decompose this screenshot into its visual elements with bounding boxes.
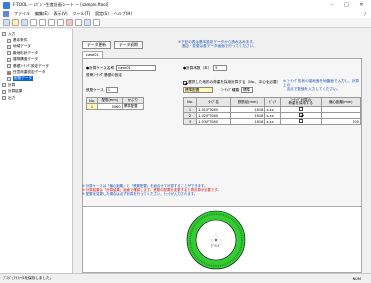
- right-table: No. ﾀｲﾌﾟ名 鉄筋径(mm) ﾋﾟｯﾁ ﾌｰﾁﾝｸﾞ計算の 荷重を採用する…: [182, 97, 362, 125]
- page-icon: [7, 44, 11, 49]
- page-icon: [7, 38, 11, 43]
- section-label: 鉄骨ﾌｰﾁﾝｸﾞ基礎の設定: [86, 73, 122, 77]
- mode-row: 標準配置 ﾌｰﾁﾝｸﾞ種類 標準: [183, 87, 253, 93]
- info-icon[interactable]: [93, 19, 100, 26]
- page-icon: [7, 51, 11, 56]
- title-bar: F-TOOL — ｴｸﾞｼﾞｰ生産計画シート — [sample.ftool] …: [0, 0, 371, 10]
- right-col-no: No.: [182, 97, 198, 107]
- right-col-dia: 鉄筋径(mm): [230, 97, 266, 107]
- update-data-button[interactable]: データ更新: [82, 41, 111, 49]
- pattern-select[interactable]: 1: [105, 87, 118, 93]
- left-table: No. 配筋(mm) かぶり 1 5060 標準配置: [85, 97, 145, 110]
- minimize-button[interactable]: –: [324, 0, 339, 10]
- menu-file[interactable]: ファイル: [14, 11, 30, 17]
- status-message: ﾌﾟﾛｼﾞｪｸﾄﾌｧｲﾙを保存しました。: [3, 276, 54, 280]
- close-button[interactable]: ✕: [354, 0, 369, 10]
- case-name-label: ●計算ケース名称: [86, 65, 115, 70]
- hint-line-3: ※ 配置を変更した場合は必ず計算を行ってください。ﾁｪｯｸが入力されます。: [82, 192, 198, 197]
- toolbar: [0, 18, 371, 28]
- use-load-row: 選択した地形の荷重を採用計算する（No.、中心を必要）: [183, 80, 280, 85]
- folder-icon: [2, 89, 6, 94]
- footing-preview: ｸﾞﾘｯﾄﾞ: [82, 206, 362, 273]
- page-icon: [7, 76, 11, 81]
- menu-edit[interactable]: 編集(E): [35, 11, 49, 17]
- top-hint: ※下記の表は基本設定データから読み込みます。 追加・変更は各データ画面で行ってく…: [178, 40, 257, 49]
- type-label: ﾌｰﾁﾝｸﾞ種類: [221, 87, 239, 92]
- count-input[interactable]: 5: [213, 65, 228, 71]
- warning-icon: [7, 70, 11, 75]
- folder-icon: [2, 96, 6, 101]
- right-col-ecc: 偏心距離(mm): [320, 97, 362, 107]
- menu-tools[interactable]: ツール(T): [73, 11, 91, 17]
- use-load-checkbox[interactable]: [183, 80, 187, 85]
- center-point: [215, 239, 217, 241]
- use-load-cell-checkbox[interactable]: [298, 119, 303, 123]
- right-col-use: ﾌｰﾁﾝｸﾞ計算の 荷重を採用する: [279, 97, 322, 107]
- case-name-row: ●計算ケース名称 case01: [86, 65, 157, 71]
- menu-view[interactable]: 表示(V): [54, 11, 68, 17]
- pattern-label: 鉄筋ケース: [86, 87, 104, 92]
- footing-diagram: ｸﾞﾘｯﾄﾞ: [186, 210, 246, 270]
- menu-settings[interactable]: 設定(S): [95, 11, 109, 17]
- help-icon[interactable]: ?: [364, 12, 366, 17]
- mode-select[interactable]: 標準配置: [183, 87, 213, 93]
- copy-icon[interactable]: [57, 19, 64, 26]
- tab-case01[interactable]: case01: [82, 51, 103, 58]
- window-title: F-TOOL — ｴｸﾞｼﾞｰ生産計画シート — [sample.ftool]: [13, 2, 109, 7]
- open-folder-icon[interactable]: [12, 19, 19, 26]
- tree-item-output[interactable]: 出力: [0, 95, 72, 101]
- table-row[interactable]: 3 1-03/FT080 1818 x.xx 100: [182, 118, 362, 125]
- reset-data-button[interactable]: データ初期: [113, 41, 143, 49]
- window-controls: – □ ✕: [324, 0, 369, 10]
- document-icon: [3, 11, 9, 17]
- right-col-type: ﾀｲﾌﾟ名: [196, 97, 232, 107]
- navigation-tree: 入力 基本条件 地域データ 敷地形状データ 建物構造データ 基礎ﾌｰﾁﾝｸﾞ設定…: [0, 29, 73, 273]
- action-buttons: データ更新 データ初期: [82, 41, 143, 49]
- pattern-row: 鉄筋ケース 1: [86, 87, 118, 93]
- folder-icon: [2, 83, 6, 88]
- page-icon: [7, 57, 11, 62]
- preview-icon[interactable]: [39, 19, 46, 26]
- right-col-pitch: ﾋﾟｯﾁ: [264, 97, 281, 107]
- bottom-hints: ※ 計算ケースは「偏心距離」と「鉄筋配置」を組合せて計算することができます。 ※…: [82, 184, 362, 197]
- menu-help[interactable]: ヘルプ(H): [114, 11, 132, 17]
- table-row[interactable]: 1 5060 標準配置: [85, 103, 145, 110]
- print-icon[interactable]: [30, 19, 37, 26]
- count-row: ●計算本数（本） 5: [183, 65, 228, 71]
- undo-icon[interactable]: [75, 19, 82, 26]
- case-name-input[interactable]: case01: [116, 65, 157, 71]
- cut-icon[interactable]: [48, 19, 55, 26]
- status-bar: ﾌﾟﾛｼﾞｪｸﾄﾌｧｲﾙを保存しました。 NUM: [0, 273, 371, 283]
- calculate-icon[interactable]: [66, 19, 73, 26]
- app-icon: [3, 1, 10, 9]
- menu-bar: ファイル 編集(E) 表示(V) ツール(T) 設定(S) ヘルプ(H) ?: [0, 10, 371, 18]
- save-icon[interactable]: [21, 19, 28, 26]
- maximize-button[interactable]: □: [339, 0, 354, 10]
- page-icon: [7, 64, 11, 69]
- new-file-icon[interactable]: [3, 19, 10, 26]
- use-load-cell-checkbox[interactable]: [298, 113, 303, 117]
- num-lock-indicator: NUM: [352, 276, 361, 281]
- case-tabs: case01: [82, 51, 103, 58]
- center-label: ｸﾞﾘｯﾄﾞ: [211, 243, 221, 248]
- type-select[interactable]: 標準: [240, 87, 253, 93]
- count-label: ●計算本数（本）: [183, 65, 212, 70]
- use-load-cell-checkbox[interactable]: [298, 107, 303, 111]
- folder-icon: [2, 32, 6, 37]
- use-load-label: 選択した地形の荷重を採用計算する（No.、中心を必要）: [188, 80, 281, 84]
- right-hint: ※ ﾌｰﾁﾝｸﾞ形状の接地面を地盤面で入力し、計算上の 支点で数値を入力してくだ…: [283, 79, 360, 92]
- main-area: データ更新 データ初期 ※下記の表は基本設定データから読み込みます。 追加・変更…: [74, 29, 371, 273]
- help-book-icon[interactable]: [84, 19, 91, 26]
